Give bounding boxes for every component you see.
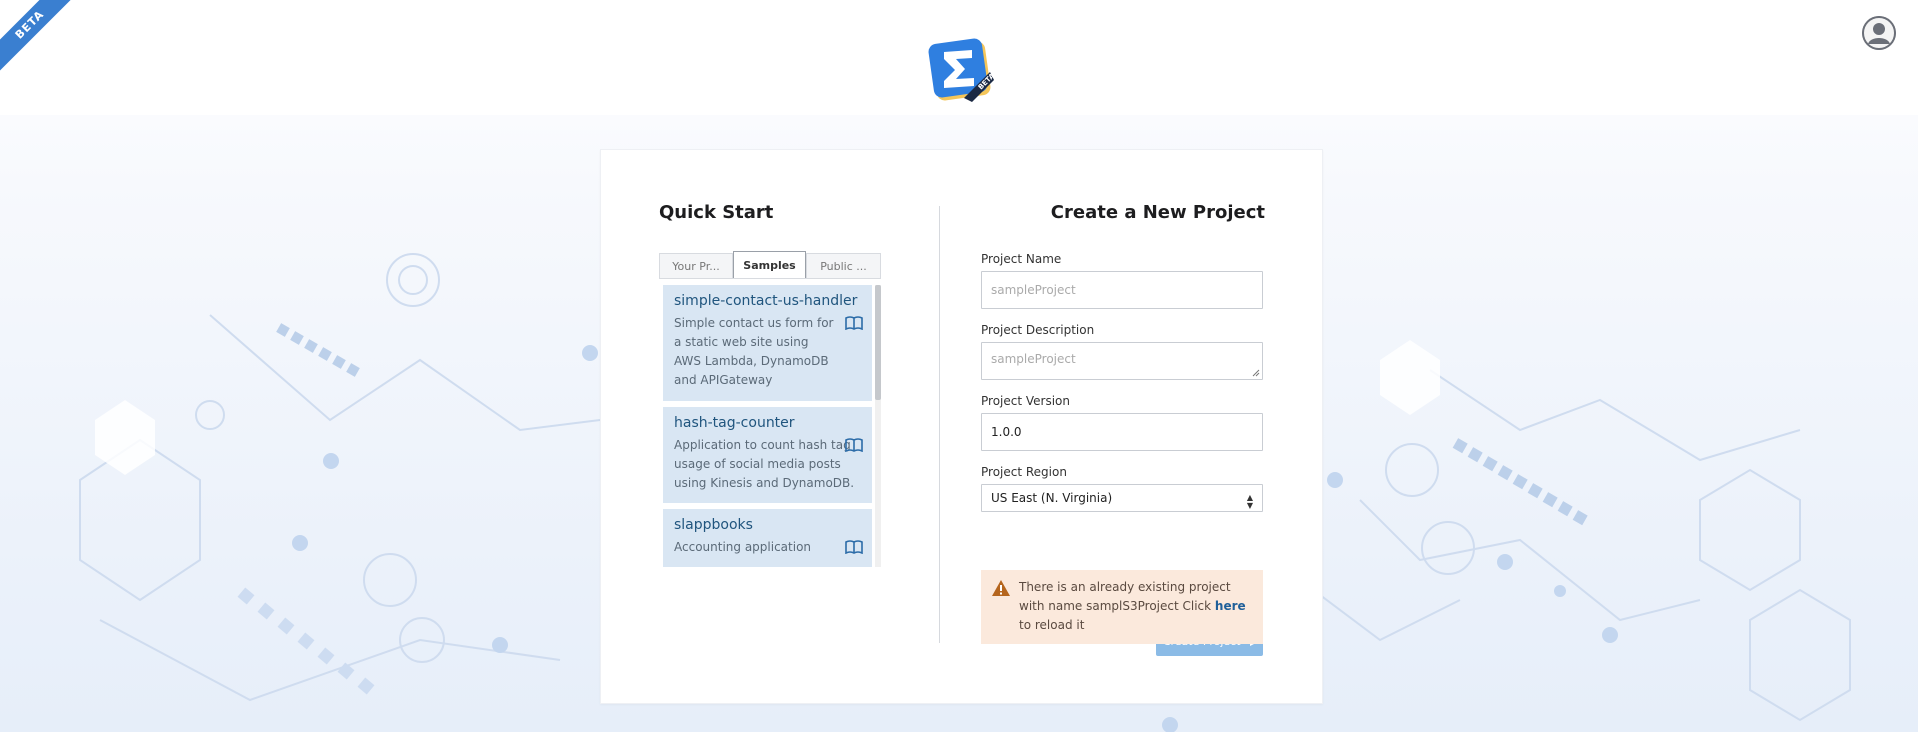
- warning-icon: [992, 580, 1010, 596]
- sample-name[interactable]: slappbooks: [674, 517, 861, 533]
- quick-start-title: Quick Start: [659, 202, 774, 223]
- project-version-label: Project Version: [981, 394, 1070, 408]
- sample-name[interactable]: hash-tag-counter: [674, 415, 861, 431]
- tab-public-projects[interactable]: Public ...: [806, 253, 881, 279]
- samples-list[interactable]: simple-contact-us-handler Simple contact…: [663, 285, 881, 567]
- sample-description: Accounting application: [674, 540, 812, 554]
- existing-project-alert: There is an already existing project wit…: [981, 570, 1263, 644]
- sample-description: Application to count hash tag usage of s…: [674, 438, 855, 490]
- book-icon[interactable]: [845, 540, 863, 554]
- resize-grip-icon[interactable]: [1252, 369, 1260, 377]
- user-icon: [1862, 16, 1896, 50]
- tab-samples[interactable]: Samples: [733, 251, 806, 279]
- project-region-label: Project Region: [981, 465, 1067, 479]
- project-description-label: Project Description: [981, 323, 1095, 337]
- project-description-placeholder: sampleProject: [991, 352, 1076, 366]
- scrollbar-thumb[interactable]: [875, 285, 881, 400]
- tab-your-projects[interactable]: Your Pr...: [659, 253, 733, 279]
- project-description-textarea[interactable]: sampleProject: [981, 342, 1263, 380]
- create-project-title: Create a New Project: [1050, 202, 1265, 223]
- project-region-select[interactable]: US East (N. Virginia) ▲ ▼: [981, 484, 1263, 512]
- book-icon[interactable]: [845, 438, 863, 452]
- app-logo[interactable]: BETA: [926, 38, 996, 104]
- quick-start-tabs: Your Pr... Samples Public ...: [659, 251, 881, 279]
- column-divider: [939, 206, 940, 643]
- select-arrows-icon: ▲ ▼: [1246, 493, 1253, 510]
- project-version-input[interactable]: 1.0.0: [981, 413, 1263, 451]
- project-name-label: Project Name: [981, 252, 1062, 266]
- project-card: Quick Start Create a New Project Your Pr…: [600, 149, 1323, 704]
- samples-scrollbar[interactable]: [875, 285, 881, 567]
- sample-item[interactable]: simple-contact-us-handler Simple contact…: [663, 285, 872, 401]
- sample-item[interactable]: hash-tag-counter Application to count ha…: [663, 407, 872, 503]
- project-name-input[interactable]: sampleProject: [981, 271, 1263, 309]
- sample-item[interactable]: slappbooks Accounting application: [663, 509, 872, 567]
- project-region-value: US East (N. Virginia): [991, 491, 1113, 505]
- alert-text-end: to reload it: [1019, 618, 1085, 632]
- tabs-underline: [659, 278, 881, 279]
- user-avatar[interactable]: [1862, 16, 1896, 50]
- sample-description: Simple contact us form for a static web …: [674, 316, 834, 387]
- book-icon[interactable]: [845, 316, 863, 330]
- alert-text: There is an already existing project wit…: [1019, 580, 1231, 613]
- sample-name[interactable]: simple-contact-us-handler: [674, 293, 861, 309]
- reload-link[interactable]: here: [1215, 599, 1246, 613]
